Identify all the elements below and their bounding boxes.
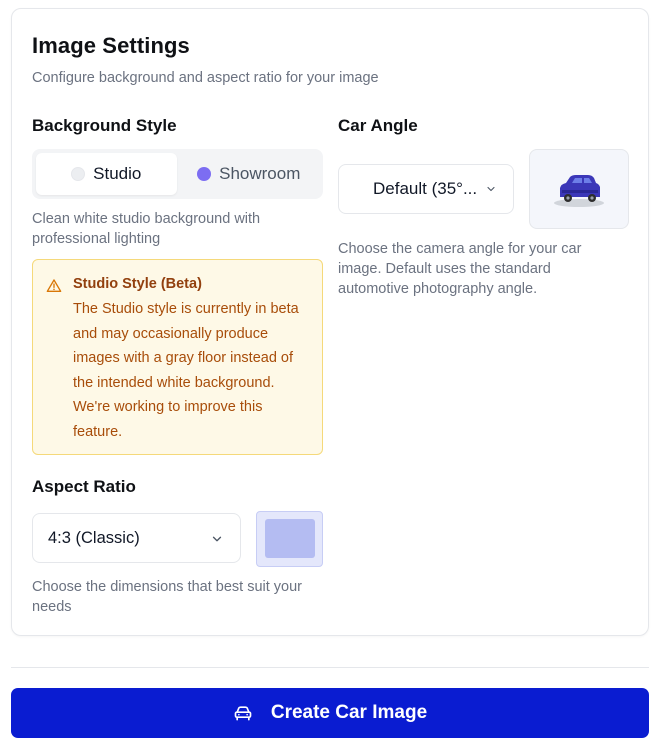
background-style-toggle: Studio Showroom xyxy=(32,149,323,199)
car-angle-label: Car Angle xyxy=(338,116,418,135)
aspect-ratio-preview-shape xyxy=(265,519,315,558)
background-style-help: Clean white studio background with profe… xyxy=(32,211,261,247)
settings-subtitle: Configure background and aspect ratio fo… xyxy=(32,70,379,86)
studio-option-label: Studio xyxy=(93,164,142,183)
car-angle-preview xyxy=(529,149,629,229)
background-style-label: Background Style xyxy=(32,116,177,135)
aspect-ratio-select[interactable]: 4:3 (Classic) xyxy=(32,513,241,563)
studio-dot-icon xyxy=(71,167,86,181)
aspect-ratio-label: Aspect Ratio xyxy=(32,477,136,496)
studio-option[interactable]: Studio xyxy=(36,153,177,195)
car-icon xyxy=(554,175,604,207)
image-settings-card: Image Settings Configure background and … xyxy=(11,8,649,636)
warning-title: Studio Style (Beta) xyxy=(73,276,202,292)
showroom-option-label: Showroom xyxy=(219,164,301,183)
aspect-ratio-value: 4:3 (Classic) xyxy=(48,528,140,547)
settings-title: Image Settings xyxy=(32,33,190,58)
divider xyxy=(11,667,649,668)
create-car-image-label: Create Car Image xyxy=(270,702,428,723)
showroom-option[interactable]: Showroom xyxy=(179,153,320,195)
car-angle-select[interactable]: Default (35°... xyxy=(338,164,514,214)
aspect-ratio-preview xyxy=(256,511,323,567)
car-angle-value: Default (35°... xyxy=(373,179,478,198)
warning-triangle-icon xyxy=(46,279,62,292)
chevron-down-icon xyxy=(212,536,222,542)
create-car-image-button[interactable]: Create Car Image xyxy=(11,688,649,738)
showroom-dot-icon xyxy=(197,167,212,181)
warning-body: The Studio style is currently in beta an… xyxy=(73,301,299,440)
studio-beta-warning: Studio Style (Beta) The Studio style is … xyxy=(32,259,323,455)
car-front-icon xyxy=(234,706,252,721)
car-angle-help: Choose the camera angle for your car ima… xyxy=(338,241,582,297)
chevron-down-icon xyxy=(487,186,495,192)
aspect-ratio-help: Choose the dimensions that best suit you… xyxy=(32,579,303,615)
